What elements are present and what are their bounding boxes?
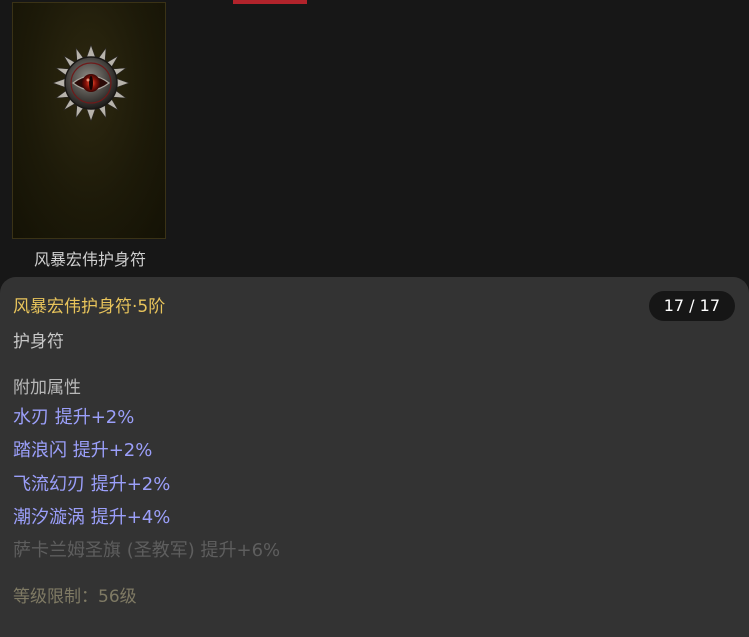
top-accent-bar	[233, 0, 307, 4]
item-tooltip-panel: 风暴宏伟护身符·5阶 17 / 17 护身符 附加属性 水刃 提升+2% 踏浪闪…	[0, 277, 749, 637]
attributes-list: 水刃 提升+2% 踏浪闪 提升+2% 飞流幻刃 提升+2% 潮汐漩涡 提升+4%…	[13, 403, 280, 569]
attribute-line-inactive: 萨卡兰姆圣旗 (圣教军) 提升+6%	[13, 540, 281, 562]
level-requirement: 等级限制：56级	[13, 587, 137, 607]
attribute-line: 飞流幻刃 提升+2%	[13, 473, 171, 495]
attribute-line: 水刃 提升+2%	[13, 407, 135, 428]
item-type: 护身符	[13, 332, 64, 352]
count-badge: 17 / 17	[648, 291, 735, 321]
item-caption: 风暴宏伟护身符	[33, 250, 146, 269]
item-card[interactable]	[12, 2, 166, 239]
item-name: 风暴宏伟护身符·5阶	[13, 297, 166, 317]
amulet-eye-icon	[52, 44, 130, 122]
attribute-line: 踏浪闪 提升+2%	[13, 440, 153, 462]
attribute-line: 潮汐漩涡 提升+4%	[13, 506, 171, 528]
attributes-header: 附加属性	[13, 378, 81, 398]
